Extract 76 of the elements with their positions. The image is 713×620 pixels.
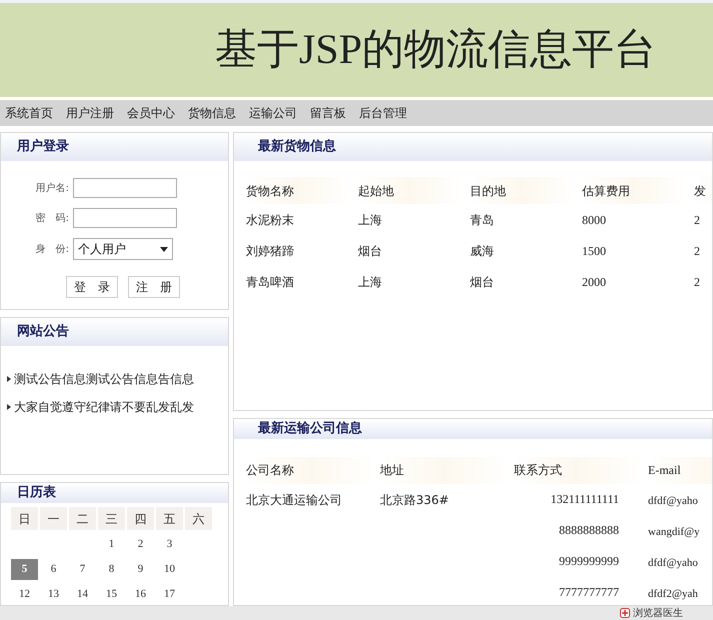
nav-link[interactable]: 货物信息 <box>188 104 236 122</box>
day-cell[interactable]: 12 <box>11 584 38 605</box>
table-cell-text: 青岛啤酒 <box>245 274 295 290</box>
day-cell[interactable]: 14 <box>69 584 96 605</box>
weekday-cell: 五 <box>156 507 183 530</box>
panel-title: 最新运输公司信息 <box>258 420 362 438</box>
panel-title: 日历表 <box>17 484 56 502</box>
panel-title: 网站公告 <box>17 322 69 342</box>
table-cell: dfdf2@yah <box>648 588 698 600</box>
day-cell[interactable]: 2 <box>127 534 154 555</box>
day-cell[interactable]: 7 <box>69 559 96 580</box>
panel-title: 用户登录 <box>17 138 69 156</box>
nav-link[interactable]: 运输公司 <box>249 104 297 122</box>
weekday-cell: 六 <box>185 507 212 530</box>
table-cell-text: 8000 <box>581 212 607 228</box>
form-button[interactable]: 注 册 <box>128 276 180 298</box>
notice-link[interactable]: 测试公告信息测试公告信息告信息 <box>14 370 194 388</box>
table-cell-text: 7777777777 <box>559 584 619 601</box>
identity-select[interactable]: 个人用户 <box>73 238 173 260</box>
day-cell[interactable]: 15 <box>98 584 125 605</box>
table-cell-text: 8888888888 <box>559 522 619 539</box>
day-cell[interactable]: 1 <box>98 534 125 555</box>
table-cell-text: 2 <box>693 274 701 290</box>
day-cell[interactable]: 3 <box>156 534 183 555</box>
table-cell-text: 1500 <box>581 242 607 260</box>
table-cell: dfdf@yaho <box>648 557 698 569</box>
day-cell[interactable]: 13 <box>40 584 67 605</box>
table-cell: dfdf@yaho <box>648 495 698 507</box>
weekday-cell: 日 <box>11 507 38 530</box>
table-cell-text: 132111111111 <box>550 491 619 508</box>
weekday-cell: 三 <box>98 507 125 530</box>
table-cell-text: 青岛 <box>469 212 495 228</box>
nav-link[interactable]: 后台管理 <box>359 104 407 122</box>
table-cell: wangdif@y <box>648 526 700 538</box>
day-cell[interactable]: 16 <box>127 584 154 605</box>
day-cell[interactable]: 6 <box>40 559 67 580</box>
nav-link[interactable]: 用户注册 <box>66 104 114 122</box>
bullet-icon <box>7 404 11 410</box>
table-cell-text: 上海 <box>357 212 383 228</box>
table-cell: 北京大通运输公司 <box>246 493 342 507</box>
input-field[interactable] <box>73 178 177 198</box>
column-header: E-mail <box>645 456 712 484</box>
weekday-cell: 四 <box>127 507 154 530</box>
field-label: 密 码: <box>34 212 69 226</box>
day-cell[interactable]: 17 <box>156 584 183 605</box>
table-cell-text: 9999999999 <box>559 553 619 570</box>
table-cell: 北京路336# <box>380 493 449 507</box>
weekday-cell: 二 <box>69 507 96 530</box>
field-label: 身 份: <box>34 242 69 256</box>
day-cell[interactable]: 8 <box>98 559 125 580</box>
panel-title: 最新货物信息 <box>258 138 336 156</box>
field-label: 用户名: <box>34 182 69 196</box>
nav-link[interactable]: 会员中心 <box>127 104 175 122</box>
table-cell-text: 威海 <box>469 242 495 260</box>
nav-link[interactable]: 留言板 <box>310 104 346 122</box>
table-cell-text: 烟台 <box>357 242 383 260</box>
input-field[interactable] <box>73 208 177 228</box>
weekday-cell: 一 <box>40 507 67 530</box>
table-cell-text: 2 <box>693 242 701 260</box>
table-cell-text: 刘婷猪蹄 <box>245 242 295 260</box>
table-cell-text: 水泥粉末 <box>245 212 295 228</box>
column-header: 发 <box>691 177 712 204</box>
notice-link[interactable]: 大家自觉遵守纪律请不要乱发乱发 <box>14 398 194 416</box>
table-cell-text: 上海 <box>357 274 383 290</box>
table-cell-text: 2 <box>693 212 701 228</box>
form-button[interactable]: 登 录 <box>66 276 118 298</box>
day-cell[interactable]: 10 <box>156 559 183 580</box>
nav-link[interactable]: 系统首页 <box>5 104 53 122</box>
site-title: 基于JSP的物流信息平台 <box>215 26 656 74</box>
table-cell-text: 烟台 <box>469 274 495 290</box>
table-cell-text: 2000 <box>581 274 607 290</box>
day-cell[interactable]: 9 <box>127 559 154 580</box>
day-cell[interactable]: 5 <box>11 559 38 580</box>
caret-icon <box>160 246 168 252</box>
bullet-icon <box>7 376 11 382</box>
status-text: 浏览器医生 <box>633 606 683 620</box>
